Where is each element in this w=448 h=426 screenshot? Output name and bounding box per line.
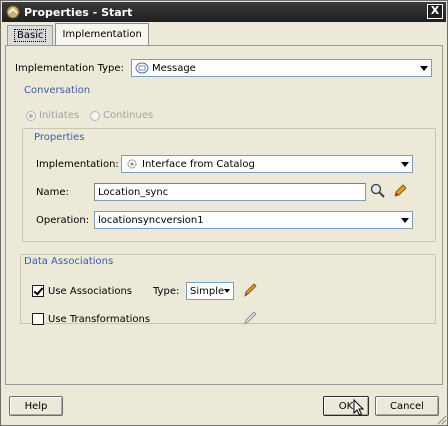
radio-initiates-icon — [26, 110, 36, 121]
type-label: Type: — [153, 286, 180, 297]
name-value: Location_sync — [98, 186, 169, 198]
tab-implementation[interactable]: Implementation — [55, 23, 149, 45]
implementation-label: Implementation: — [36, 159, 119, 170]
resize-grip-icon[interactable] — [437, 415, 447, 425]
chevron-down-icon — [401, 162, 409, 167]
conversation-section-label: Conversation — [24, 85, 91, 96]
operation-select[interactable]: locationsyncversion1 — [94, 211, 413, 229]
help-button[interactable]: Help — [9, 396, 63, 416]
implementation-select[interactable]: Interface from Catalog — [121, 155, 413, 173]
name-field[interactable]: Location_sync — [94, 183, 366, 201]
app-icon — [6, 5, 20, 19]
tab-basic[interactable]: Basic — [7, 25, 54, 45]
radio-continues[interactable]: Continues — [90, 110, 153, 121]
implementation-type-label: Implementation Type: — [15, 63, 124, 74]
chevron-down-icon — [420, 66, 428, 71]
use-transformations-checkbox[interactable] — [32, 313, 44, 325]
chevron-down-icon — [224, 289, 230, 293]
use-associations-label: Use Associations — [48, 286, 133, 297]
implementation-value: Interface from Catalog — [142, 158, 255, 170]
edit-associations-pencil-icon[interactable] — [242, 282, 258, 298]
implementation-type-value: Message — [152, 62, 196, 74]
cancel-button-label: Cancel — [390, 400, 424, 412]
window-title: Properties - Start — [24, 5, 133, 19]
radio-initiates-label: Initiates — [39, 110, 80, 121]
properties-section-label: Properties — [34, 132, 85, 143]
title-bar[interactable]: Properties - Start X — [2, 2, 446, 22]
type-select[interactable]: Simple — [186, 282, 234, 300]
tab-implementation-label: Implementation — [62, 29, 142, 40]
message-icon — [135, 62, 149, 74]
ok-button-label: OK — [338, 400, 354, 412]
implementation-type-select[interactable]: Message — [131, 59, 432, 77]
catalog-gear-icon — [127, 159, 137, 169]
radio-continues-icon — [90, 110, 100, 121]
operation-label: Operation: — [36, 215, 90, 226]
radio-continues-label: Continues — [103, 110, 154, 121]
mouse-cursor-icon — [353, 399, 365, 416]
tab-basic-label: Basic — [14, 29, 47, 42]
search-icon[interactable] — [370, 183, 386, 199]
data-associations-section-label: Data Associations — [24, 256, 114, 267]
close-button[interactable]: X — [427, 4, 443, 19]
chevron-down-icon — [401, 218, 409, 223]
cancel-button[interactable]: Cancel — [375, 396, 439, 416]
tab-bar: Basic Implementation — [7, 23, 149, 45]
operation-value: locationsyncversion1 — [98, 214, 204, 226]
help-button-label: Help — [24, 400, 48, 412]
properties-dialog: Properties - Start X Basic Implementatio… — [0, 0, 448, 426]
use-transformations-label: Use Transformations — [48, 314, 151, 325]
edit-pencil-icon[interactable] — [392, 183, 408, 199]
radio-initiates[interactable]: Initiates — [26, 110, 79, 121]
close-icon: X — [430, 4, 440, 17]
edit-transformations-pencil-icon[interactable] — [242, 310, 258, 326]
tab-panel: Implementation Type: Message Conversatio… — [5, 45, 443, 385]
use-associations-checkbox[interactable] — [32, 285, 44, 297]
name-label: Name: — [36, 187, 69, 198]
type-value: Simple — [190, 285, 225, 297]
